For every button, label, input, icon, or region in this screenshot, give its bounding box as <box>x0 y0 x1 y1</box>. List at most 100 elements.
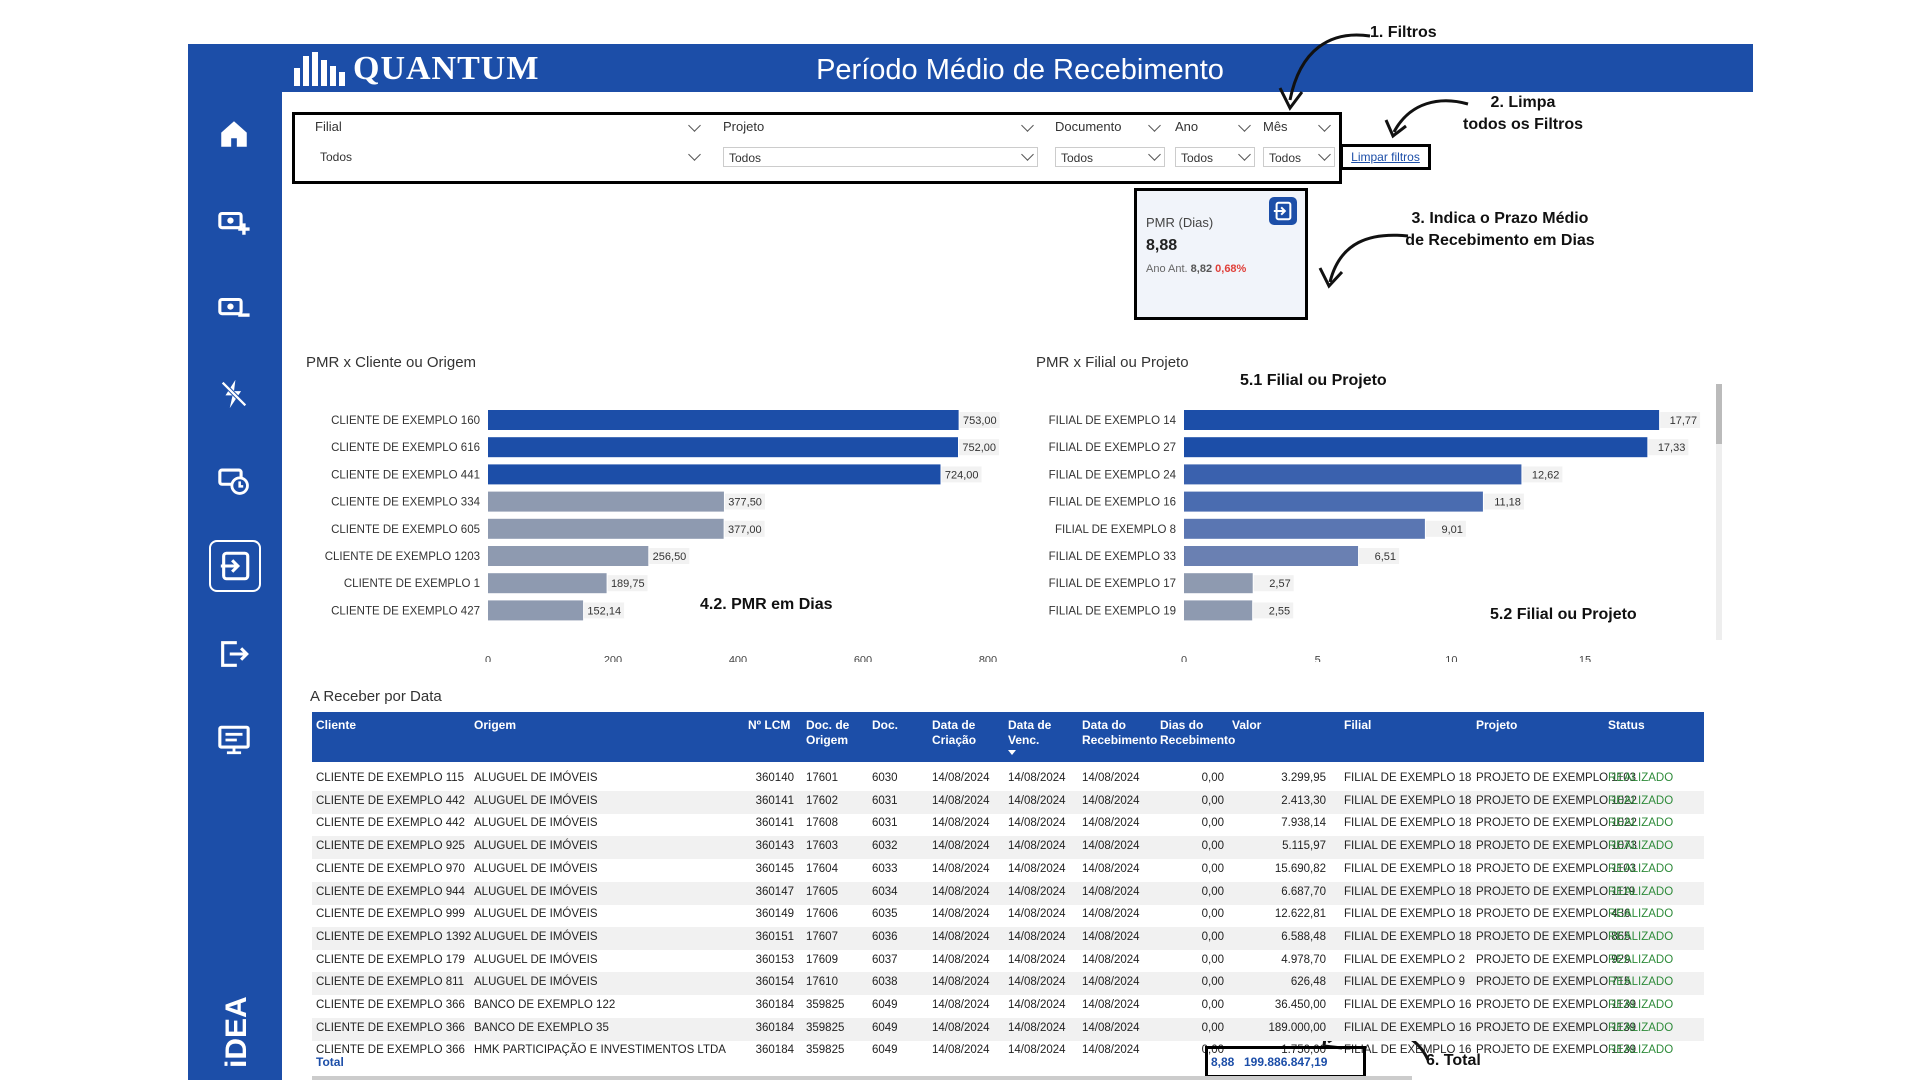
column-header[interactable]: Cliente <box>316 718 356 733</box>
column-header[interactable]: Data do Recebimento <box>1082 718 1157 748</box>
filter-documento-value[interactable]: Todos <box>1055 147 1165 167</box>
kpi-prev-label: Ano Ant. <box>1146 263 1188 275</box>
category-label: CLIENTE DE EXEMPLO 605 <box>331 524 480 536</box>
chevron-down-icon <box>688 119 701 132</box>
nav-money-plus-icon[interactable] <box>206 194 262 250</box>
table-row[interactable]: CLIENTE DE EXEMPLO 442 ALUGUEL DE IMÓVEIS… <box>312 813 1704 836</box>
table-cell: REALIZADO <box>1608 772 1674 784</box>
table-cell: 360149 <box>755 908 794 921</box>
chevron-down-icon <box>1021 119 1034 132</box>
bar[interactable] <box>1184 437 1648 458</box>
table-cell: ALUGUEL DE IMÓVEIS <box>474 840 598 853</box>
table-cell: ALUGUEL DE IMÓVEIS <box>474 930 598 943</box>
table-cell: REALIZADO <box>1608 976 1674 989</box>
column-header[interactable]: Valor <box>1232 718 1261 733</box>
nav-money-clock-icon[interactable] <box>206 452 262 508</box>
chevron-down-icon <box>1238 119 1251 132</box>
table-cell: CLIENTE DE EXEMPLO 366 <box>316 1021 465 1034</box>
bar[interactable] <box>488 600 584 621</box>
chart-title-clientes: PMR x Cliente ou Origem <box>306 354 477 371</box>
data-label: 152,14 <box>587 605 621 617</box>
bar[interactable] <box>488 518 724 539</box>
chart-scrollbar-thumb[interactable] <box>1716 384 1722 444</box>
table-cell: FILIAL DE EXEMPLO 16 <box>1344 999 1472 1011</box>
table-cell: 6.588,48 <box>1281 930 1326 943</box>
data-label: 11,18 <box>1494 497 1521 509</box>
table-cell: 5.115,97 <box>1282 840 1326 853</box>
column-header[interactable]: Status <box>1608 718 1645 733</box>
table-cell: CLIENTE DE EXEMPLO 115 <box>316 772 465 784</box>
table-cell: 17607 <box>806 930 838 943</box>
column-header[interactable]: Dias do Recebimento <box>1160 718 1235 748</box>
page-title: Período Médio de Recebimento <box>816 54 1224 86</box>
column-header[interactable]: Nº LCM <box>748 718 790 733</box>
table-cell: REALIZADO <box>1608 862 1674 875</box>
table-cell: 14/08/2024 <box>932 999 990 1011</box>
category-label: CLIENTE DE EXEMPLO 1203 <box>325 551 480 563</box>
bar[interactable] <box>488 410 959 430</box>
column-header[interactable]: Doc. de Origem <box>806 718 868 748</box>
nav-bolt-off-icon[interactable] <box>206 366 262 422</box>
bar[interactable] <box>1184 573 1253 594</box>
table-cell: 14/08/2024 <box>932 794 990 807</box>
table-row[interactable]: CLIENTE DE EXEMPLO 811 ALUGUEL DE IMÓVEIS… <box>312 972 1704 996</box>
clear-filters-button[interactable]: Limpar filtros <box>1340 144 1431 170</box>
filter-filial-value[interactable]: Todos <box>315 147 705 167</box>
nav-receive-icon[interactable] <box>209 540 261 592</box>
table-cell: 14/08/2024 <box>932 885 990 898</box>
bar[interactable] <box>488 437 958 458</box>
table-cell: REALIZADO <box>1608 999 1674 1011</box>
table-hscrollbar[interactable] <box>312 1076 1412 1080</box>
table-cell: ALUGUEL DE IMÓVEIS <box>474 953 598 966</box>
column-header[interactable]: Data de Criação <box>932 718 1004 748</box>
table-cell: FILIAL DE EXEMPLO 2 <box>1344 953 1466 966</box>
chart-pmr-filial: FILIAL DE EXEMPLO 14 17,77 FILIAL DE EXEMP… <box>1049 410 1701 662</box>
table-row[interactable]: CLIENTE DE EXEMPLO 925 ALUGUEL DE IMÓVEIS… <box>312 836 1704 860</box>
total-highlight-box <box>1205 1046 1366 1078</box>
column-header[interactable]: Filial <box>1344 718 1371 733</box>
bar[interactable] <box>1184 491 1483 512</box>
table-row[interactable]: CLIENTE DE EXEMPLO 366 BANCO DE EXEMPLO 1… <box>312 995 1704 1018</box>
category-label: FILIAL DE EXEMPLO 17 <box>1049 578 1176 590</box>
table-cell: 360140 <box>755 772 794 784</box>
table-row[interactable]: CLIENTE DE EXEMPLO 115 ALUGUEL DE IMÓVEIS… <box>312 768 1704 791</box>
bar[interactable] <box>488 573 607 594</box>
nav-exit-icon[interactable] <box>206 626 262 682</box>
sort-desc-icon[interactable] <box>1008 750 1016 755</box>
bar[interactable] <box>1184 518 1425 539</box>
table-cell: 6049 <box>872 999 898 1011</box>
table-row[interactable]: CLIENTE DE EXEMPLO 970 ALUGUEL DE IMÓVEIS… <box>312 859 1704 882</box>
chart-scrollbar[interactable] <box>1716 384 1722 640</box>
bar[interactable] <box>1184 410 1660 430</box>
bar[interactable] <box>488 546 649 566</box>
table-cell: 360145 <box>755 862 794 875</box>
table-row[interactable]: CLIENTE DE EXEMPLO 366 BANCO DE EXEMPLO 3… <box>312 1017 1704 1041</box>
bar[interactable] <box>488 464 941 485</box>
annotation-limpa: 2. Limpa todos os Filtros <box>1448 92 1598 136</box>
table-row[interactable]: CLIENTE DE EXEMPLO 179 ALUGUEL DE IMÓVEIS… <box>312 950 1704 973</box>
bar[interactable] <box>1184 600 1253 621</box>
bar[interactable] <box>1184 546 1359 566</box>
nav-home-icon[interactable] <box>206 106 262 162</box>
data-label: 17,33 <box>1658 442 1686 454</box>
nav-monitor-icon[interactable] <box>206 712 262 768</box>
table-row[interactable]: CLIENTE DE EXEMPLO 442 ALUGUEL DE IMÓVEIS… <box>312 790 1704 814</box>
column-header[interactable]: Projeto <box>1476 718 1517 733</box>
data-label: 2,57 <box>1269 578 1290 590</box>
column-header[interactable]: Doc. <box>872 718 898 733</box>
table-row[interactable]: CLIENTE DE EXEMPLO 1392 ALUGUEL DE IMÓVEI… <box>312 926 1704 950</box>
annotation-filtros: 1. Filtros <box>1370 24 1437 41</box>
table-row[interactable]: CLIENTE DE EXEMPLO 999 ALUGUEL DE IMÓVEIS… <box>312 904 1704 927</box>
x-tick-label: 600 <box>854 655 872 662</box>
table-cell: 14/08/2024 <box>1082 862 1140 875</box>
table-row[interactable]: CLIENTE DE EXEMPLO 944 ALUGUEL DE IMÓVEIS… <box>312 881 1704 905</box>
column-header[interactable]: Origem <box>474 718 516 733</box>
x-tick-label: 15 <box>1579 655 1591 662</box>
column-header[interactable]: Data de Venc. <box>1008 718 1078 748</box>
bar[interactable] <box>1184 464 1522 485</box>
table-cell: CLIENTE DE EXEMPLO 179 <box>316 953 465 966</box>
filter-projeto-value[interactable]: Todos <box>723 147 1038 167</box>
nav-money-minus-icon[interactable] <box>206 280 262 336</box>
drill-through-button[interactable] <box>1269 197 1297 225</box>
bar[interactable] <box>488 491 724 512</box>
